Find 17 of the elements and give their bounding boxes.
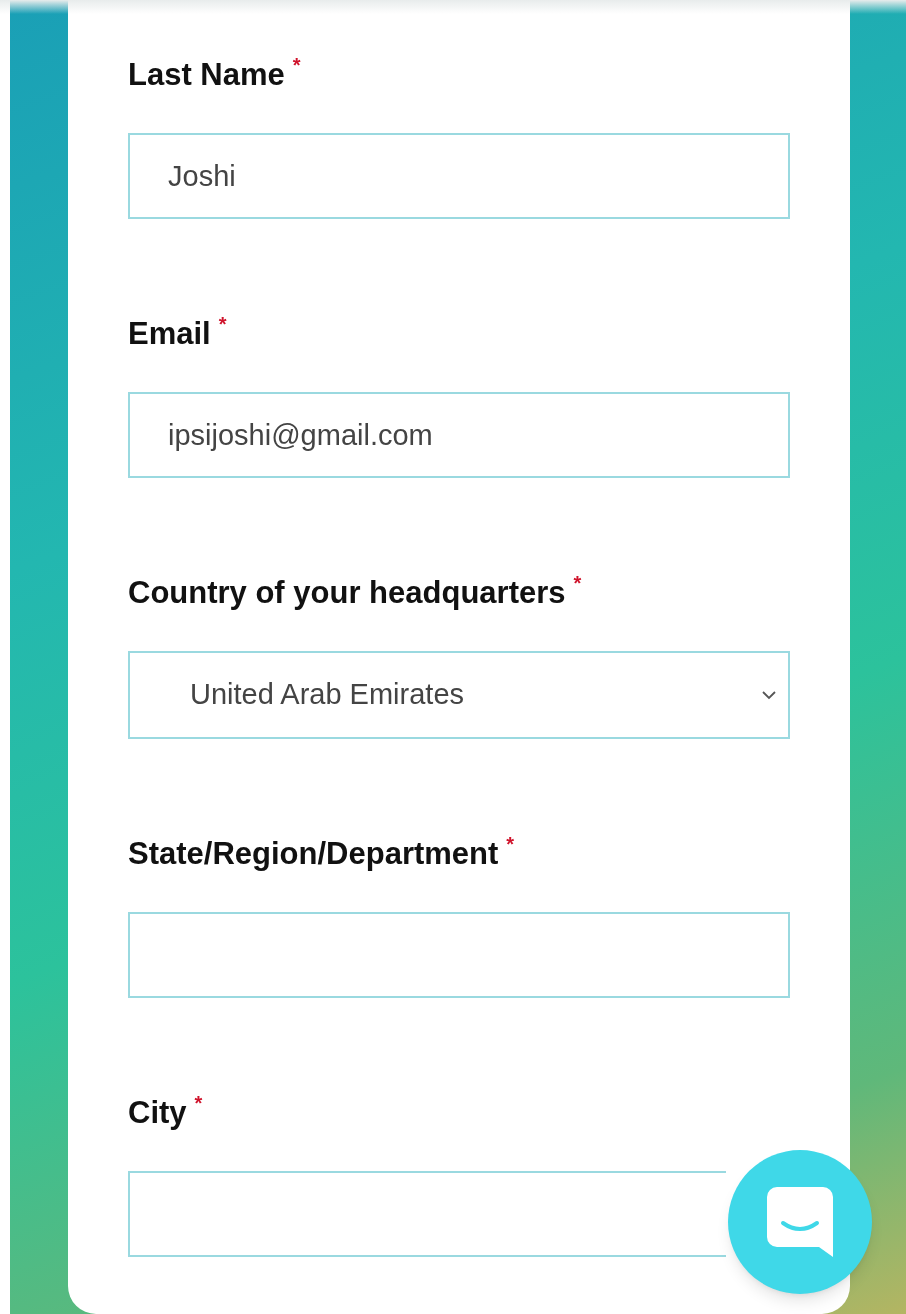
required-mark: *: [573, 573, 582, 593]
country-select[interactable]: United Arab Emirates: [128, 651, 790, 739]
field-label: City: [128, 1094, 187, 1132]
chevron-down-icon: [762, 690, 776, 700]
field-label: Country of your headquarters: [128, 574, 566, 612]
required-mark: *: [292, 55, 301, 75]
input-field[interactable]: [128, 912, 790, 998]
input-field[interactable]: [128, 1171, 726, 1257]
field-label: State/Region/Department: [128, 835, 499, 873]
required-mark: *: [218, 314, 227, 334]
input-field[interactable]: ipsijoshi@gmail.com: [128, 392, 790, 478]
field-label: Last Name: [128, 56, 285, 94]
field-label: Email: [128, 315, 211, 353]
input-field[interactable]: Joshi: [128, 133, 790, 219]
required-mark: *: [506, 834, 515, 854]
required-mark: *: [194, 1093, 203, 1113]
chat-icon: [767, 1187, 833, 1257]
